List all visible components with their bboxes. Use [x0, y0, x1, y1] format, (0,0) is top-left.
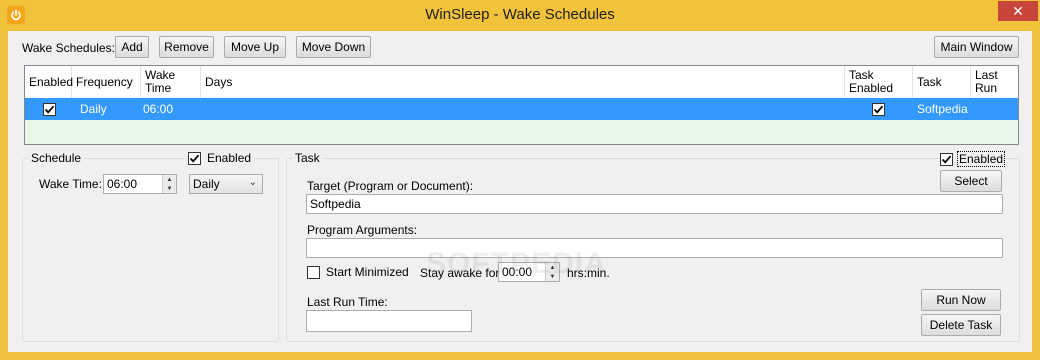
spin-down-icon[interactable]: ▼: [163, 184, 176, 193]
row-task-enabled-checkbox[interactable]: [872, 102, 885, 116]
schedule-enabled-checkbox[interactable]: [188, 151, 201, 165]
start-minimized-row[interactable]: Start Minimized: [307, 265, 409, 279]
add-button[interactable]: Add: [115, 36, 149, 58]
column-header-wake-time[interactable]: Wake Time: [141, 66, 201, 98]
stay-awake-unit: hrs:min.: [567, 266, 610, 280]
wake-schedules-label: Wake Schedules:: [22, 41, 115, 55]
start-minimized-checkbox[interactable]: [307, 265, 320, 279]
main-window-button[interactable]: Main Window: [934, 36, 1019, 58]
grid-header: Enabled Frequency Wake Time Days Task En…: [25, 66, 1018, 98]
move-down-button[interactable]: Move Down: [296, 36, 371, 58]
wake-time-spinner[interactable]: ▲ ▼: [162, 175, 176, 193]
start-minimized-label: Start Minimized: [326, 265, 409, 279]
spin-down-icon[interactable]: ▼: [546, 272, 559, 281]
select-button[interactable]: Select: [940, 170, 1002, 192]
program-arguments-field[interactable]: [306, 238, 1003, 258]
frequency-dropdown[interactable]: Daily ⌄: [189, 174, 263, 194]
row-enabled-checkbox[interactable]: [43, 102, 56, 116]
move-up-button[interactable]: Move Up: [224, 36, 286, 58]
row-enabled-cell[interactable]: [43, 98, 56, 120]
checkmark-icon: [873, 105, 884, 114]
table-row[interactable]: Daily 06:00 Softpedia: [25, 98, 1018, 120]
remove-button[interactable]: Remove: [159, 36, 214, 58]
program-arguments-label: Program Arguments:: [307, 223, 418, 237]
stay-awake-label: Stay awake for:: [420, 266, 503, 280]
row-task-enabled-cell[interactable]: [872, 98, 885, 120]
target-field[interactable]: Softpedia: [306, 194, 1003, 214]
row-wake-time-cell[interactable]: 06:00: [143, 98, 173, 120]
task-enabled-checkbox-row[interactable]: Enabled: [940, 151, 1008, 167]
chevron-down-icon: ⌄: [248, 177, 257, 188]
checkmark-icon: [941, 155, 952, 164]
task-enabled-checkbox[interactable]: [940, 152, 953, 166]
title-bar[interactable]: WinSleep - Wake Schedules ✕: [0, 0, 1040, 31]
stay-awake-spinner[interactable]: ▲ ▼: [545, 263, 559, 281]
schedules-grid[interactable]: Enabled Frequency Wake Time Days Task En…: [24, 65, 1019, 145]
app-window: WinSleep - Wake Schedules ✕ Wake Schedul…: [0, 0, 1040, 360]
wake-time-label: Wake Time:: [39, 177, 102, 191]
checkmark-icon: [189, 154, 200, 163]
row-frequency-cell[interactable]: Daily: [80, 98, 107, 120]
client-area: Wake Schedules: Add Remove Move Up Move …: [8, 31, 1032, 352]
column-header-frequency[interactable]: Frequency: [72, 66, 141, 98]
column-header-last-run[interactable]: Last Run: [971, 66, 1018, 98]
checkmark-icon: [44, 105, 55, 114]
task-group-title: Task: [292, 151, 323, 165]
schedule-enabled-checkbox-row[interactable]: Enabled: [188, 151, 255, 165]
schedule-group-title: Schedule: [28, 151, 85, 165]
column-header-enabled[interactable]: Enabled: [25, 66, 73, 98]
last-run-time-label: Last Run Time:: [307, 295, 388, 309]
close-button[interactable]: ✕: [998, 1, 1038, 21]
row-task-cell[interactable]: Softpedia: [917, 98, 968, 120]
column-header-task[interactable]: Task: [913, 66, 971, 98]
delete-task-button[interactable]: Delete Task: [921, 314, 1001, 336]
column-header-task-enabled[interactable]: Task Enabled: [845, 66, 913, 98]
task-enabled-label: Enabled: [957, 151, 1006, 167]
last-run-time-field[interactable]: [306, 310, 472, 332]
close-icon: ✕: [1012, 2, 1024, 19]
target-label: Target (Program or Document):: [307, 179, 474, 193]
frequency-selected-value: Daily: [193, 177, 220, 191]
spin-up-icon[interactable]: ▲: [546, 263, 559, 272]
column-header-days[interactable]: Days: [201, 66, 845, 98]
schedule-enabled-label: Enabled: [207, 151, 252, 165]
run-now-button[interactable]: Run Now: [921, 289, 1001, 311]
spin-up-icon[interactable]: ▲: [163, 175, 176, 184]
window-title: WinSleep - Wake Schedules: [425, 6, 615, 23]
